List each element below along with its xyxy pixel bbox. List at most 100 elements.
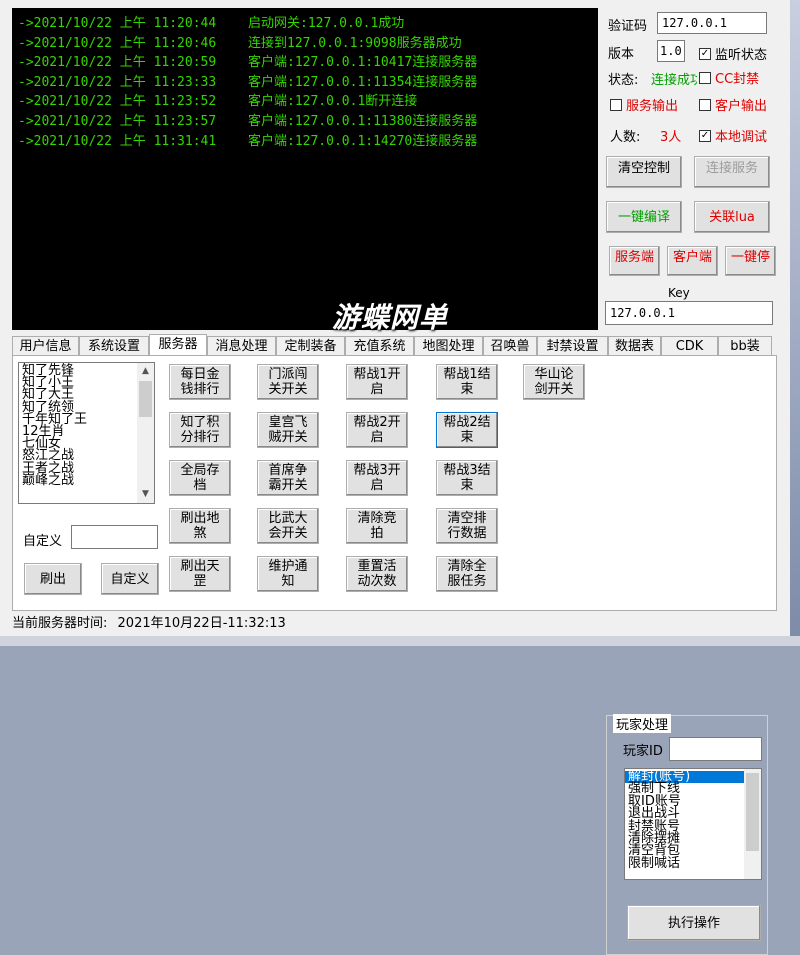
log-message: 客户端:127.0.0.1:14270连接服务器 xyxy=(248,133,478,149)
listen-status-label: 监听状态 xyxy=(715,48,768,63)
action-list-scrollbar[interactable] xyxy=(744,769,761,879)
server-action-button[interactable]: 帮战2结 束 xyxy=(436,412,498,448)
tab-6[interactable]: 地图处理 xyxy=(414,336,483,356)
log-message: 客户端:127.0.0.1断开连接 xyxy=(248,94,418,110)
list-item[interactable]: 强制下线 xyxy=(625,782,761,795)
checkbox-empty-icon xyxy=(610,98,622,111)
server-action-button[interactable]: 帮战3开 启 xyxy=(346,460,408,496)
local-debug-checkbox[interactable]: ✓ 本地调试 xyxy=(699,126,767,145)
list-item[interactable]: 解封(账号) xyxy=(625,770,761,784)
list-item[interactable]: 取ID账号 xyxy=(625,795,761,808)
execute-action-button[interactable]: 执行操作 xyxy=(627,905,761,941)
refresh-button[interactable]: 刷出 xyxy=(24,563,82,595)
tab-1[interactable]: 系统设置 xyxy=(79,336,149,356)
scroll-down-icon[interactable]: ▼ xyxy=(137,486,154,503)
server-action-button[interactable]: 每日金 钱排行 xyxy=(169,364,231,400)
server-action-button[interactable]: 清空排 行数据 xyxy=(436,508,498,544)
listen-status-checkbox[interactable]: ✓ 监听状态 xyxy=(699,44,767,63)
title-listbox[interactable]: 知了先锋 知了小王 知了大王 知了统领 千年知了王 12生肖 七仙女 怒江之战 王者之战 巅峰之战… xyxy=(18,362,155,504)
cc-ban-label: CC封禁 xyxy=(715,72,760,87)
key-field[interactable]: 127.0.0.1 xyxy=(605,301,773,325)
server-action-button[interactable]: 比武大 会开关 xyxy=(257,508,319,544)
client-output-checkbox[interactable]: 客户输出 xyxy=(699,95,767,114)
version-label: 版本 xyxy=(608,47,635,62)
list-item[interactable]: 清空背包 xyxy=(625,844,761,857)
player-id-label: 玩家ID xyxy=(623,744,663,759)
tab-10[interactable]: CDK xyxy=(661,336,718,356)
custom-input[interactable] xyxy=(71,525,158,549)
log-time: ->2021/10/22 上午 11:23:57 xyxy=(18,114,217,129)
server-action-button[interactable]: 清除全 服任务 xyxy=(436,556,498,592)
server-action-button[interactable]: 全局存 档 xyxy=(169,460,231,496)
tab-page-server: 知了先锋 知了小王 知了大王 知了统领 千年知了王 12生肖 七仙女 怒江之战 王者之战 巅峰之战… xyxy=(12,355,777,955)
watermark-text: 游蝶网单 xyxy=(332,301,449,334)
log-line: ->2021/10/22 上午 11:20:46 连接到127.0.0.1:909… xyxy=(18,35,462,53)
client-output-label: 客户输出 xyxy=(715,99,768,114)
server-button[interactable]: 服务端 xyxy=(609,246,660,276)
tab-5[interactable]: 充值系统 xyxy=(345,336,414,356)
log-line: ->2021/10/22 上午 11:23:33 客户端:127.0.0.1:11… xyxy=(18,74,477,92)
verify-code-field[interactable]: 127.0.0.1 xyxy=(657,12,767,34)
scroll-thumb[interactable] xyxy=(139,381,152,417)
check-icon: ✓ xyxy=(699,129,711,142)
server-time-value: 2021年10月22日-11:32:13 xyxy=(117,616,286,631)
server-action-button[interactable]: 刷出地 煞 xyxy=(169,508,231,544)
checkbox-empty-icon xyxy=(699,98,711,111)
list-item[interactable]: 限制喊话 xyxy=(625,857,761,870)
log-line: ->2021/10/22 上午 11:20:44 启动网关:127.0.0.1成功 xyxy=(18,15,404,33)
server-action-button[interactable]: 知了积 分排行 xyxy=(169,412,231,448)
log-message: 连接到127.0.0.1:9098服务器成功 xyxy=(248,35,462,51)
scroll-thumb[interactable] xyxy=(746,773,759,851)
tab-2[interactable]: 服务器 xyxy=(149,334,207,356)
tab-8[interactable]: 封禁设置 xyxy=(537,336,608,356)
log-console[interactable]: ->2021/10/22 上午 11:20:44 启动网关:127.0.0.1成功… xyxy=(12,8,598,330)
connect-server-button[interactable]: 连接服务 xyxy=(694,156,770,188)
tab-3[interactable]: 消息处理 xyxy=(207,336,276,356)
tab-9[interactable]: 数据表 xyxy=(608,336,661,356)
tab-4[interactable]: 定制装备 xyxy=(276,336,345,356)
status-label: 状态: xyxy=(608,73,639,88)
server-action-button[interactable]: 华山论 剑开关 xyxy=(523,364,585,400)
server-action-button[interactable]: 皇宫飞 贼开关 xyxy=(257,412,319,448)
cc-ban-checkbox[interactable]: CC封禁 xyxy=(699,68,759,87)
desktop-taskbar-edge xyxy=(0,636,800,646)
server-action-button[interactable]: 首席争 霸开关 xyxy=(257,460,319,496)
server-action-button[interactable]: 帮战2开 启 xyxy=(346,412,408,448)
server-action-button[interactable]: 帮战1开 启 xyxy=(346,364,408,400)
version-field[interactable]: 1.0 xyxy=(657,40,685,62)
list-item[interactable]: 封禁账号 xyxy=(625,819,761,833)
one-click-compile-button[interactable]: 一键编译 xyxy=(606,201,682,233)
listbox-scrollbar[interactable]: ▲ ▼ xyxy=(137,363,154,503)
player-count-value: 3人 xyxy=(660,130,682,145)
log-time: ->2021/10/22 上午 11:23:52 xyxy=(18,94,217,110)
tab-11[interactable]: bb装 xyxy=(718,336,772,356)
main-window: ->2021/10/22 上午 11:20:44 启动网关:127.0.0.1成功… xyxy=(0,0,790,955)
server-action-button[interactable]: 清除竞 拍 xyxy=(346,508,408,544)
one-click-stop-button[interactable]: 一键停 xyxy=(725,246,776,276)
server-action-button[interactable]: 帮战1结 束 xyxy=(436,364,498,400)
link-lua-button[interactable]: 关联lua xyxy=(694,201,770,233)
list-item[interactable]: 清除摆摊 xyxy=(625,832,761,845)
custom-spawn-button[interactable]: 自定义 xyxy=(101,563,159,595)
client-button[interactable]: 客户端 xyxy=(667,246,718,276)
server-action-button[interactable]: 帮战3结 束 xyxy=(436,460,498,496)
scroll-up-icon[interactable]: ▲ xyxy=(137,363,154,380)
tab-7[interactable]: 召唤兽 xyxy=(483,336,537,356)
list-item[interactable]: 退出战斗 xyxy=(625,807,761,820)
server-output-checkbox[interactable]: 服务输出 xyxy=(610,95,678,114)
clear-console-button[interactable]: 清空控制 xyxy=(606,156,682,188)
key-label: Key xyxy=(668,286,690,300)
server-action-button[interactable]: 门派闯 关开关 xyxy=(257,364,319,400)
server-action-button[interactable]: 维护通 知 xyxy=(257,556,319,592)
log-message: 客户端:127.0.0.1:11354连接服务器 xyxy=(248,74,478,90)
player-action-listbox[interactable]: 解封(账号) 强制下线 取ID账号 退出战斗 封禁账号 清除摆摊 清空背包 限制喊话 xyxy=(624,768,762,880)
log-line: ->2021/10/22 上午 11:23:52 客户端:127.0.0.1断开连… xyxy=(18,93,417,111)
server-action-button[interactable]: 刷出天 罡 xyxy=(169,556,231,592)
list-item[interactable]: 巅峰之战 xyxy=(19,474,154,487)
check-icon: ✓ xyxy=(699,47,711,60)
player-id-input[interactable] xyxy=(669,737,762,761)
tab-0[interactable]: 用户信息 xyxy=(12,336,79,356)
player-handling-title: 玩家处理 xyxy=(613,714,672,733)
server-action-button[interactable]: 重置活 动次数 xyxy=(346,556,408,592)
log-time: ->2021/10/22 上午 11:20:44 xyxy=(18,16,217,31)
